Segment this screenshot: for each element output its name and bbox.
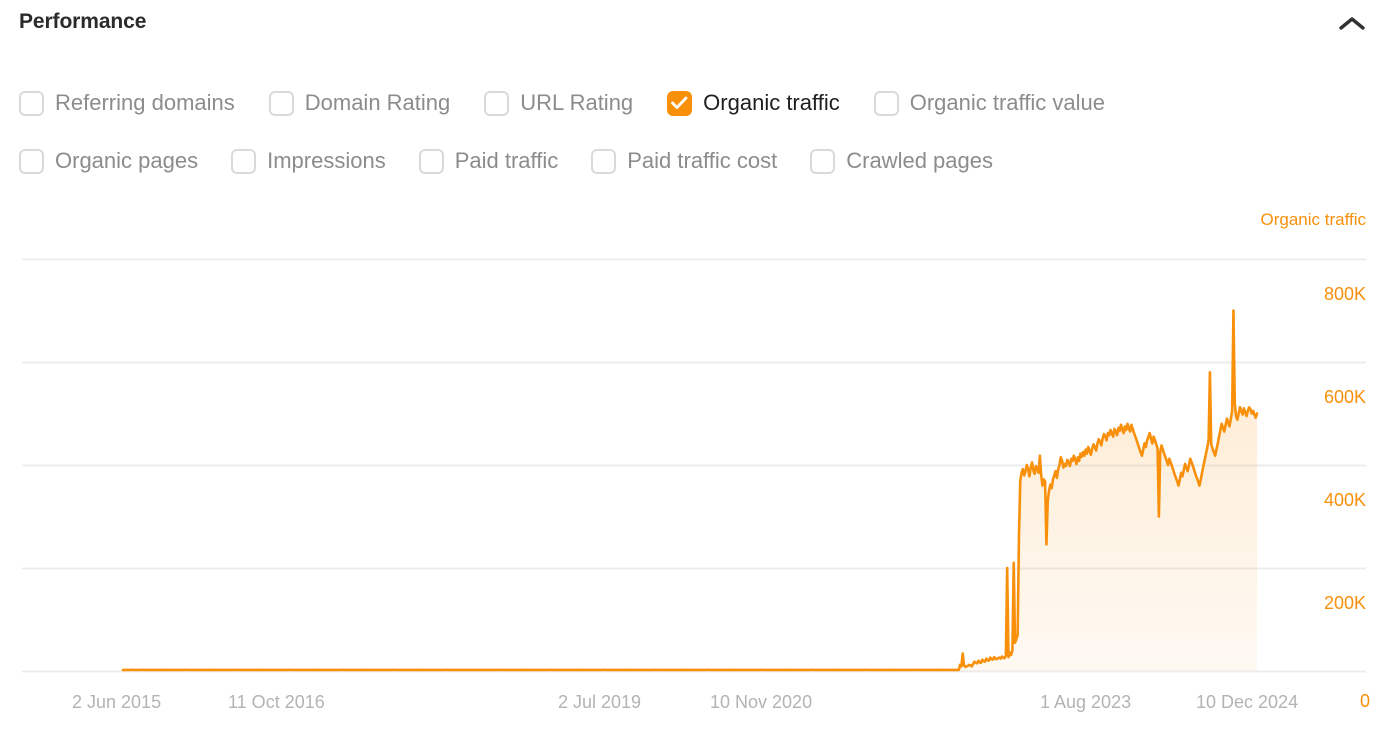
metric-label: Organic pages (55, 148, 199, 173)
chart-area-fill (851, 310, 1257, 671)
metric-checkbox-url-rating[interactable]: URL Rating (484, 90, 634, 116)
checkbox-unchecked-icon (810, 148, 836, 174)
chevron-up-icon[interactable] (1336, 8, 1368, 40)
checkbox-unchecked-icon (19, 148, 44, 174)
metric-label: Referring domains (55, 90, 235, 115)
checkmark-glyph (671, 96, 688, 109)
metric-label: URL Rating (520, 90, 634, 115)
metric-row: Organic pages Impressions Paid traffic P… (19, 140, 1369, 182)
checkbox-unchecked-icon (19, 90, 44, 116)
metric-checkbox-referring-domains[interactable]: Referring domains (19, 90, 235, 116)
metric-label: Organic traffic value (909, 90, 1105, 115)
metric-label: Paid traffic cost (627, 148, 778, 173)
metric-checkbox-paid-traffic-cost[interactable]: Paid traffic cost (591, 148, 778, 174)
checkbox-unchecked-icon (231, 148, 257, 174)
checkbox-unchecked-icon (268, 90, 294, 116)
chart-canvas (22, 258, 1366, 673)
metric-label: Crawled pages (846, 148, 993, 173)
metric-label: Domain Rating (304, 90, 451, 115)
metric-checkbox-organic-traffic[interactable]: Organic traffic (667, 90, 840, 116)
metric-checkbox-organic-pages[interactable]: Organic pages (19, 148, 199, 174)
metric-row: Referring domains Domain Rating URL Rati… (19, 82, 1369, 124)
page-title: Performance (19, 10, 147, 33)
checkbox-checked-icon (667, 90, 693, 116)
checkbox-unchecked-icon (591, 148, 617, 174)
checkbox-unchecked-icon (873, 90, 899, 116)
checkbox-unchecked-icon (484, 90, 510, 116)
performance-chart[interactable]: Organic traffic 800K 600K 400K 200K 0 2 Jun … (0, 196, 1386, 734)
metric-label: Impressions (267, 148, 386, 173)
metric-label: Paid traffic (454, 148, 559, 173)
metric-toggle-group: Referring domains Domain Rating URL Rati… (19, 82, 1369, 182)
metric-checkbox-domain-rating[interactable]: Domain Rating (268, 90, 451, 116)
panel-header: Performance (0, 0, 1386, 52)
metric-checkbox-impressions[interactable]: Impressions (231, 148, 386, 174)
checkbox-unchecked-icon (418, 148, 444, 174)
chevron-up-glyph (1339, 17, 1365, 30)
metric-checkbox-organic-traffic-value[interactable]: Organic traffic value (873, 90, 1105, 116)
metric-checkbox-crawled-pages[interactable]: Crawled pages (810, 148, 993, 174)
metric-label: Organic traffic (703, 90, 840, 115)
metric-checkbox-paid-traffic[interactable]: Paid traffic (418, 148, 559, 174)
